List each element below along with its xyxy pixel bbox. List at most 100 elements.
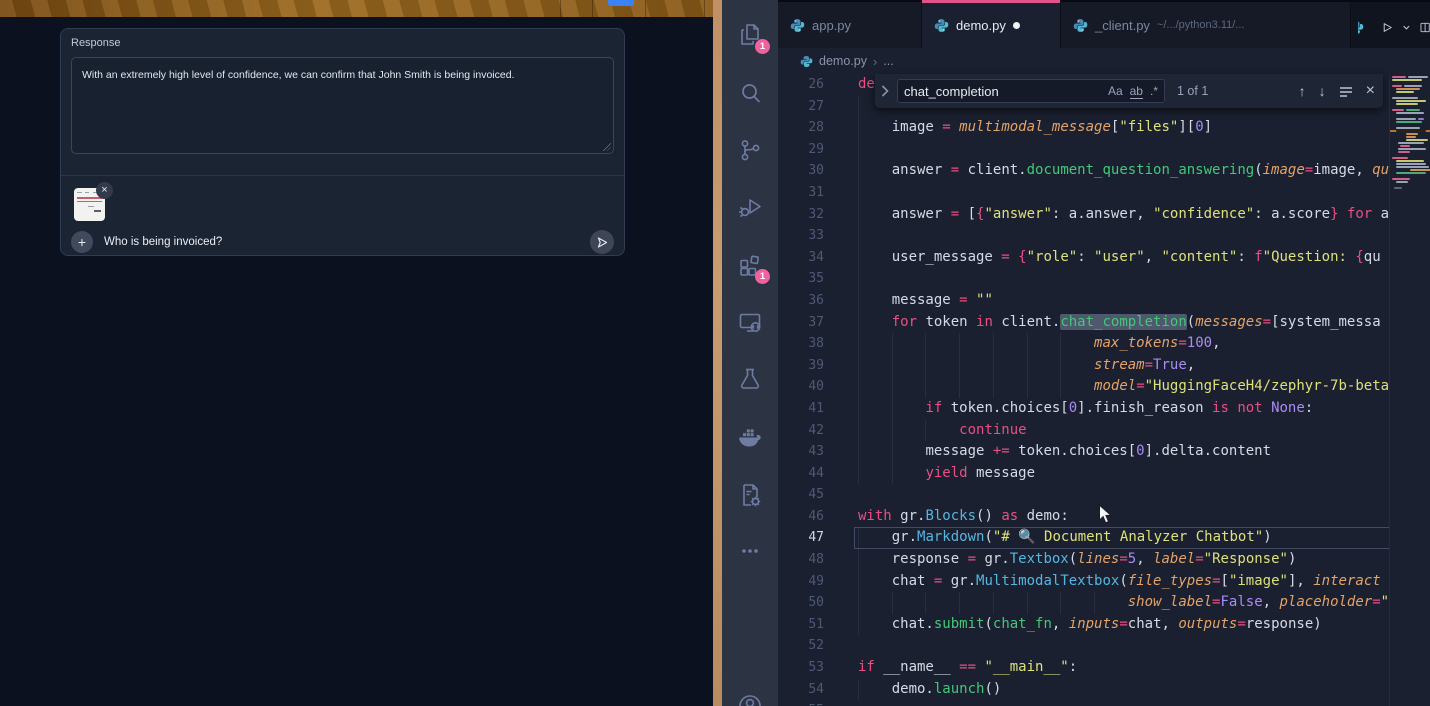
remove-attachment-button[interactable]: × [96,182,113,199]
code-line[interactable]: 41if token.choices[0].finish_reason is n… [778,398,1389,420]
whole-word-button[interactable]: ab [1130,84,1143,99]
code-line[interactable]: 31 [778,182,1389,204]
python-icon [1073,18,1088,33]
code-line[interactable]: 48response = gr.Textbox(lines=5, label="… [778,549,1389,571]
wallpaper-sliver [713,0,722,706]
modified-dot-icon[interactable] [1013,22,1020,29]
breadcrumb[interactable]: demo.py › ... [778,48,1430,74]
screen: Response With an extremely high level of… [0,0,1430,706]
code-line[interactable]: 43message += token.choices[0].delta.cont… [778,441,1389,463]
sidebar-item-more[interactable] [736,537,764,565]
tab-client-py[interactable]: _client.py ~/.../python3.11/... [1061,2,1351,48]
code-line[interactable]: 49chat = gr.MultimodalTextbox(file_types… [778,571,1389,593]
sidebar-item-testing[interactable] [736,365,764,393]
breadcrumb-file[interactable]: demo.py [819,54,867,68]
sidebar-item-run-and-debug[interactable] [736,193,764,221]
wallpaper-strip [0,0,713,17]
code-line[interactable]: 40model="HuggingFaceH4/zephyr-7b-beta [778,376,1389,398]
breadcrumb-separator: › [873,54,877,69]
extensions-badge: 1 [755,269,770,284]
run-button[interactable] [1381,19,1393,36]
find-in-selection-button[interactable] [1339,85,1353,97]
editor-actions [1358,4,1430,50]
code-editor[interactable]: 26def2728image = multimodal_message["fil… [778,74,1430,706]
strip-separator [560,0,561,17]
remote-explorer-icon [736,308,764,336]
code-lines[interactable]: 26def2728image = multimodal_message["fil… [778,74,1389,706]
code-line[interactable]: 35 [778,268,1389,290]
doc-line [85,192,89,193]
code-line[interactable]: 55 [778,700,1389,706]
find-widget: chat_completion Aa ab .* 1 of 1 ↑ ↓ × [875,74,1383,108]
code-line[interactable]: 54demo.launch() [778,679,1389,701]
doc-line [77,192,82,193]
code-line[interactable]: 39stream=True, [778,355,1389,377]
resize-handle-icon[interactable] [603,143,611,151]
code-line[interactable]: 38max_tokens=100, [778,333,1389,355]
code-line[interactable]: 53if __name__ == "__main__": [778,657,1389,679]
code-line[interactable]: 44yield message [778,463,1389,485]
toggle-replace-chevron-icon[interactable] [881,85,897,97]
code-line[interactable]: 45 [778,484,1389,506]
code-line[interactable]: 28image = multimodal_message["files"][0] [778,117,1389,139]
sidebar-item-source-control[interactable] [736,136,764,164]
code-line[interactable]: 36message = "" [778,290,1389,312]
tab-label: _client.py [1095,18,1150,33]
tab-demo-py[interactable]: demo.py [922,2,1061,48]
sidebar-item-cmake-tools[interactable] [736,481,764,509]
find-previous-button[interactable]: ↑ [1299,83,1306,99]
attach-file-button[interactable]: + [71,231,93,253]
response-label: Response [71,37,121,49]
sidebar-item-account[interactable] [736,691,764,706]
match-case-button[interactable]: Aa [1108,84,1123,98]
python-icon [790,18,805,33]
strip-separator [645,0,646,17]
sidebar-item-extensions[interactable]: 1 [736,251,764,279]
code-line[interactable]: 30answer = client.document_question_answ… [778,160,1389,182]
sidebar-item-remote-explorer[interactable] [736,308,764,336]
code-line[interactable]: 47gr.Markdown("# 🔍 Document Analyzer Cha… [778,527,1389,549]
explorer-badge: 1 [755,39,770,54]
close-find-button[interactable]: × [1366,82,1375,100]
code-line[interactable]: 33 [778,225,1389,247]
tab-app-py[interactable]: app.py [778,2,922,48]
regex-button[interactable]: .* [1150,84,1158,98]
split-editor-button[interactable] [1420,20,1430,35]
strip-separator [704,0,705,17]
chat-input-row: + Who is being invoiced? [71,229,614,255]
code-line[interactable]: 34user_message = {"role": "user", "conte… [778,247,1389,269]
code-line[interactable]: 32answer = [{"answer": a.answer, "confid… [778,204,1389,226]
chat-message-input[interactable]: Who is being invoiced? [104,236,590,248]
mouse-cursor [1096,504,1114,524]
sidebar-item-explorer[interactable]: 1 [736,21,764,49]
code-line[interactable]: 29 [778,139,1389,161]
gradio-app-window: Response With an extremely high level of… [0,17,713,706]
find-results-count: 1 of 1 [1177,84,1208,98]
vscode-window: 1 [722,0,1430,706]
code-line[interactable]: 42continue [778,420,1389,442]
minimap[interactable] [1389,74,1430,706]
tab-bar: app.py demo.py [778,0,1430,48]
docker-icon [736,423,764,451]
code-line[interactable]: 46with gr.Blocks() as demo: [778,506,1389,528]
find-next-button[interactable]: ↓ [1319,83,1326,99]
find-query: chat_completion [904,84,1101,99]
doc-line [88,206,94,207]
code-line[interactable]: 51chat.submit(chat_fn, inputs=chat, outp… [778,614,1389,636]
code-line[interactable]: 52 [778,635,1389,657]
sidebar-item-docker[interactable] [736,423,764,451]
block-divider [61,175,624,176]
code-line[interactable]: 50show_label=False, placeholder=" [778,592,1389,614]
run-dropdown-chevron-icon[interactable] [1403,24,1410,31]
account-icon [736,691,764,706]
code-line[interactable]: 37for token in client.chat_completion(me… [778,312,1389,334]
search-icon [736,79,764,107]
breadcrumb-more[interactable]: ... [883,54,893,68]
response-textarea[interactable]: With an extremely high level of confiden… [71,57,614,154]
tab-path-hint: ~/.../python3.11/... [1157,19,1245,31]
send-icon [596,236,609,249]
sidebar-item-search[interactable] [736,79,764,107]
doc-line [94,210,101,212]
find-input[interactable]: chat_completion Aa ab .* [897,79,1165,103]
send-button[interactable] [590,230,614,254]
